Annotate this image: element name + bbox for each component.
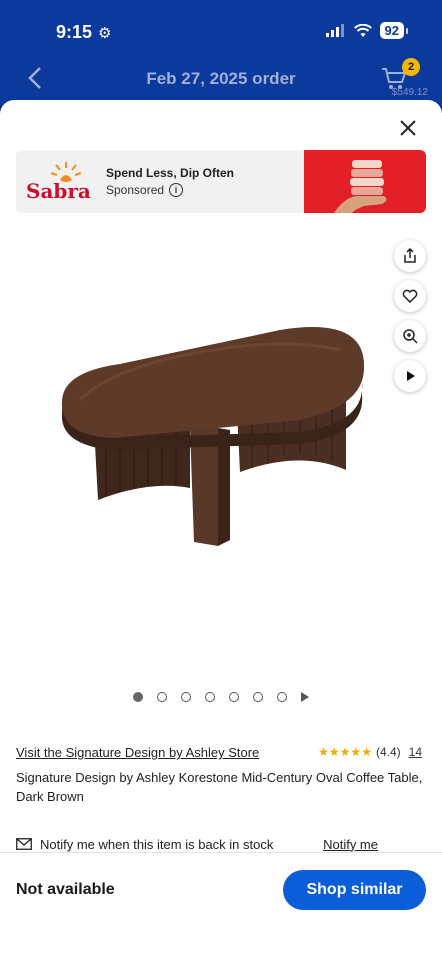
carousel-dot[interactable] [229,692,239,702]
shop-similar-button[interactable]: Shop similar [283,870,426,910]
signal-icon [325,24,344,37]
image-actions [394,240,426,392]
mail-icon [16,838,32,850]
video-button[interactable] [394,360,426,392]
sabra-logo: Sabra [26,162,91,203]
star-rating-icon: ★★★★★ [318,745,372,759]
share-icon [404,248,416,263]
favorite-button[interactable] [394,280,426,312]
wifi-icon [353,23,372,37]
carousel-dot[interactable] [253,692,263,702]
carousel-dot[interactable] [205,692,215,702]
battery-indicator: 92 [379,22,409,39]
status-time: 9:15 ⚙ [56,22,112,42]
carousel-video-icon[interactable] [301,692,309,702]
info-icon[interactable]: i [169,183,184,197]
cart-total: $549.12 [391,87,428,98]
close-icon[interactable] [398,118,418,138]
availability-status: Not available [16,881,115,898]
bottom-action-bar: Not available Shop similar [0,852,442,960]
status-bar: 9:15 ⚙ 92 [0,0,442,56]
image-carousel-indicator [0,692,442,702]
store-link[interactable]: Visit the Signature Design by Ashley Sto… [16,745,259,760]
product-sheet: Sabra Spend Less, Dip Often Sponsored i [0,100,442,960]
product-rating[interactable]: ★★★★★ (4.4) 14 [318,745,422,759]
product-image[interactable] [40,310,380,570]
carousel-dot[interactable] [277,692,287,702]
notify-me-link[interactable]: Notify me [323,837,378,852]
zoom-button[interactable] [394,320,426,352]
review-count-link[interactable]: 14 [409,745,422,759]
ad-headline: Spend Less, Dip Often [106,166,235,180]
heart-icon [402,289,418,303]
carousel-dot[interactable] [181,692,191,702]
ad-sponsored-label: Sponsored i [106,183,184,197]
carousel-dot[interactable] [133,692,143,702]
play-icon [407,371,415,381]
notify-text: Notify me when this item is back in stoc… [40,836,274,852]
product-title: Signature Design by Ashley Korestone Mid… [16,770,423,804]
zoom-icon [403,329,418,344]
ad-product-image [304,150,426,213]
cart-count-badge: 2 [402,58,420,76]
share-button[interactable] [394,240,426,272]
nav-bar: Feb 27, 2025 order 2 [0,56,442,106]
notify-row: Notify me when this item is back in stoc… [16,834,426,854]
carousel-dot[interactable] [157,692,167,702]
svg-text:Sabra: Sabra [26,179,91,203]
rating-value: (4.4) [375,745,401,759]
sponsored-ad-banner[interactable]: Sabra Spend Less, Dip Often Sponsored i [16,150,426,213]
settings-icon: ⚙ [98,24,112,42]
